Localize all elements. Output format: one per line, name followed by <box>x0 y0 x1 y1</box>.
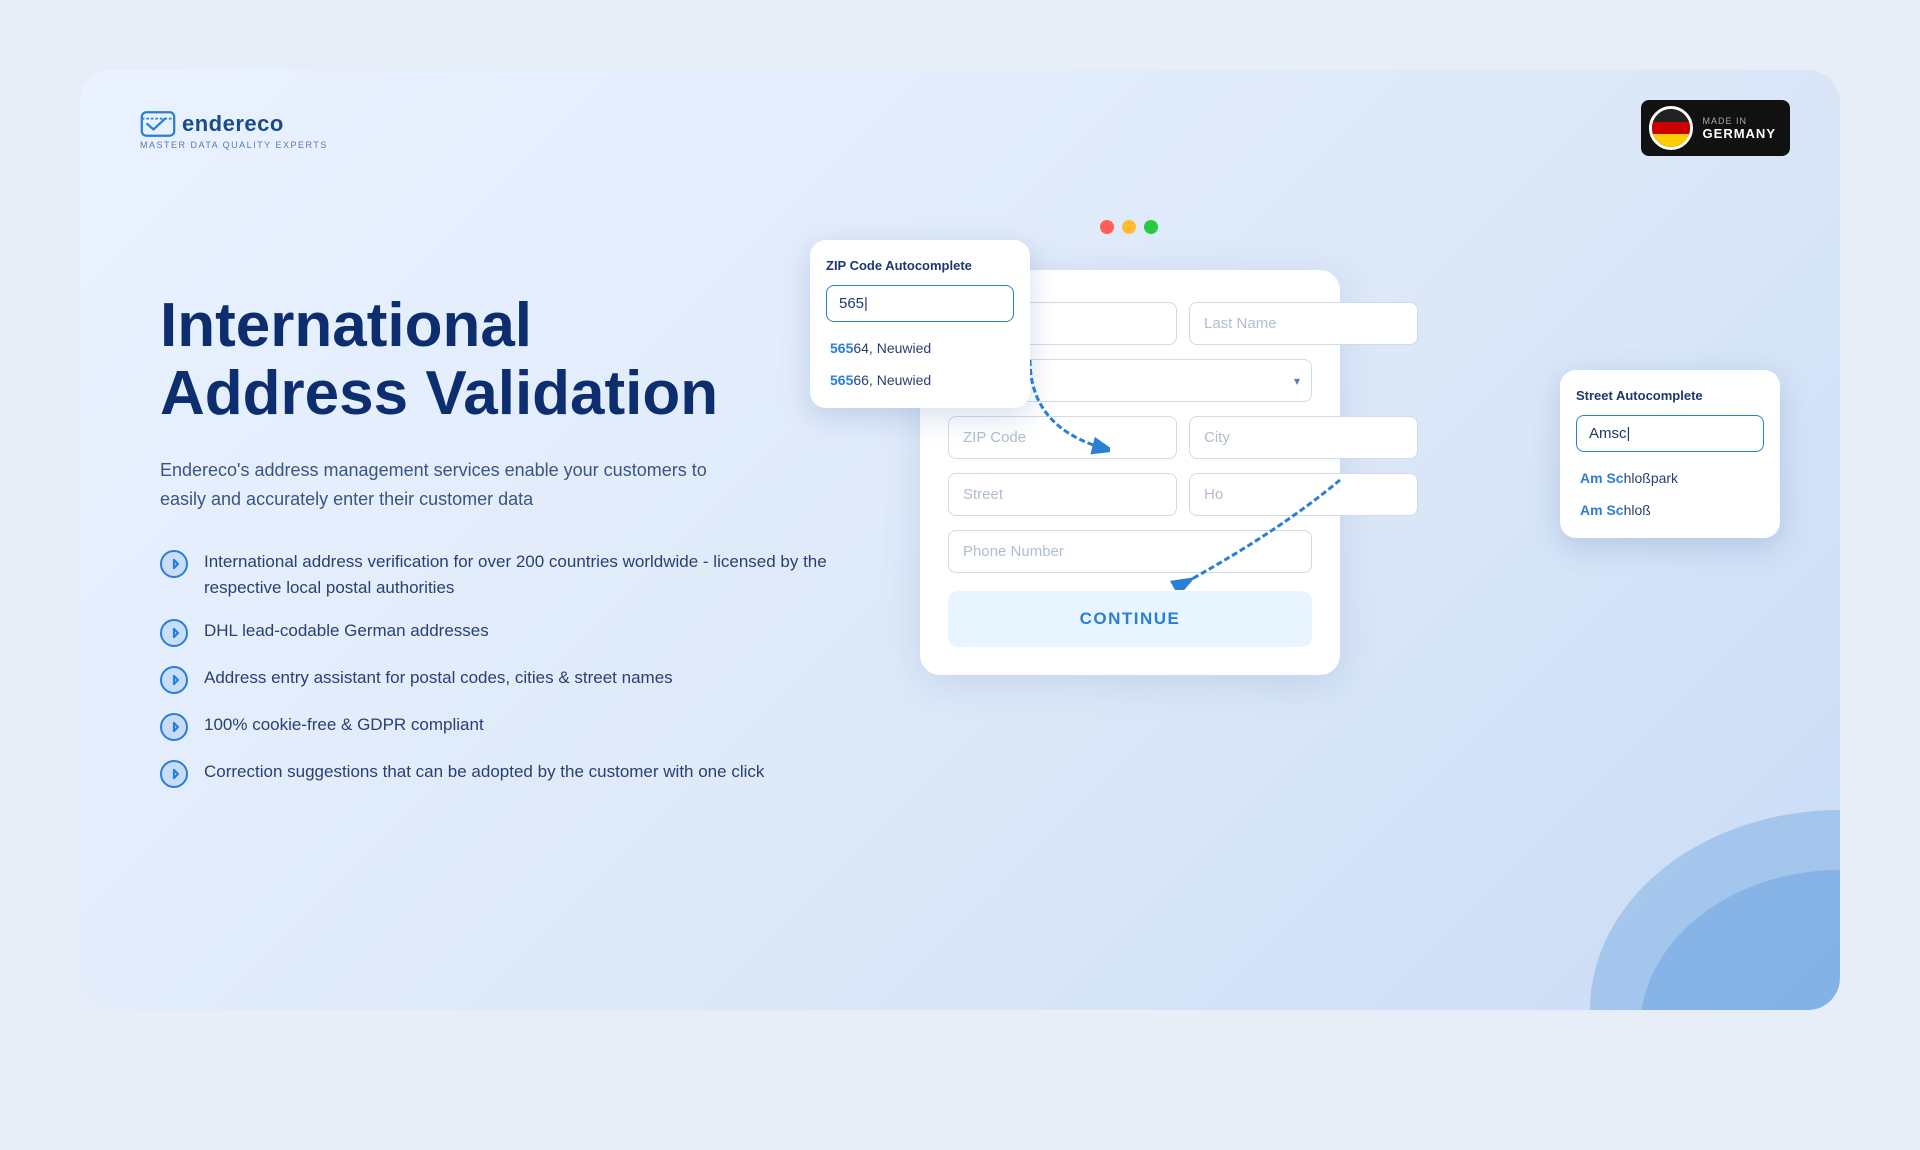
german-flag <box>1649 106 1693 150</box>
zip-rest-2: 66, Neuwied <box>853 372 931 388</box>
street-highlight-1: Am Sc <box>1580 470 1624 486</box>
zip-highlight-2: 565 <box>830 372 853 388</box>
arrow-circle-icon-3 <box>160 666 188 694</box>
main-container: endereco MASTER DATA QUALITY EXPERTS MAD… <box>80 70 1840 1010</box>
feature-text-2: DHL lead-codable German addresses <box>204 618 489 644</box>
street-highlight-2: Am Sc <box>1580 502 1624 518</box>
feature-text-4: 100% cookie-free & GDPR compliant <box>204 712 484 738</box>
window-close-dot <box>1100 220 1114 234</box>
subtitle: Endereco's address management services e… <box>160 456 720 514</box>
main-title: International Address Validation <box>160 292 840 428</box>
feature-item-5: Correction suggestions that can be adopt… <box>160 759 840 788</box>
feature-item-2: DHL lead-codable German addresses <box>160 618 840 647</box>
left-content: International Address Validation Enderec… <box>160 292 840 789</box>
window-controls <box>1100 220 1158 234</box>
zip-popup-title: ZIP Code Autocomplete <box>826 258 1014 273</box>
street-suggestion-2[interactable]: Am Schloß <box>1576 494 1764 526</box>
logo-tagline: MASTER DATA QUALITY EXPERTS <box>140 140 328 150</box>
feature-text-1: International address verification for o… <box>204 549 840 600</box>
features-list: International address verification for o… <box>160 549 840 788</box>
house-input[interactable] <box>1189 473 1418 516</box>
feature-text-5: Correction suggestions that can be adopt… <box>204 759 764 785</box>
logo-name: endereco <box>182 111 284 137</box>
street-row <box>948 473 1312 516</box>
city-input[interactable] <box>1189 416 1418 459</box>
arrow-circle-icon-5 <box>160 760 188 788</box>
zip-highlight-1: 565 <box>830 340 853 356</box>
phone-input[interactable] <box>948 530 1312 573</box>
zip-input[interactable] <box>948 416 1177 459</box>
phone-row <box>948 530 1312 573</box>
made-in-germany-badge: MADE IN GERMANY <box>1641 100 1790 156</box>
zip-popup-input[interactable] <box>826 285 1014 322</box>
street-popup-title: Street Autocomplete <box>1576 388 1764 403</box>
street-popup-input[interactable] <box>1576 415 1764 452</box>
arrow-circle-icon-2 <box>160 619 188 647</box>
street-rest-2: hloß <box>1624 502 1651 518</box>
feature-item-4: 100% cookie-free & GDPR compliant <box>160 712 840 741</box>
zip-suggestion-1[interactable]: 56564, Neuwied <box>826 332 1014 364</box>
badge-made-in: MADE IN <box>1703 116 1776 126</box>
street-input[interactable] <box>948 473 1177 516</box>
continue-button[interactable]: CONTINUE <box>948 591 1312 647</box>
logo: endereco MASTER DATA QUALITY EXPERTS <box>140 110 328 150</box>
window-maximize-dot <box>1144 220 1158 234</box>
street-autocomplete-popup: Street Autocomplete Am Schloßpark Am Sch… <box>1560 370 1780 538</box>
street-suggestion-1[interactable]: Am Schloßpark <box>1576 462 1764 494</box>
feature-item-3: Address entry assistant for postal codes… <box>160 665 840 694</box>
zip-suggestion-2[interactable]: 56566, Neuwied <box>826 364 1014 396</box>
arrow-circle-icon-1 <box>160 550 188 578</box>
street-rest-1: hloßpark <box>1624 470 1678 486</box>
badge-country: GERMANY <box>1703 126 1776 141</box>
window-minimize-dot <box>1122 220 1136 234</box>
last-name-input[interactable] <box>1189 302 1418 345</box>
zip-autocomplete-popup: ZIP Code Autocomplete 56564, Neuwied 565… <box>810 240 1030 408</box>
decorative-wave <box>1540 710 1840 1010</box>
zip-city-row <box>948 416 1312 459</box>
logo-icon: endereco <box>140 110 328 138</box>
arrow-circle-icon-4 <box>160 713 188 741</box>
zip-rest-1: 64, Neuwied <box>853 340 931 356</box>
feature-item-1: International address verification for o… <box>160 549 840 600</box>
feature-text-3: Address entry assistant for postal codes… <box>204 665 673 691</box>
badge-text: MADE IN GERMANY <box>1703 116 1776 141</box>
